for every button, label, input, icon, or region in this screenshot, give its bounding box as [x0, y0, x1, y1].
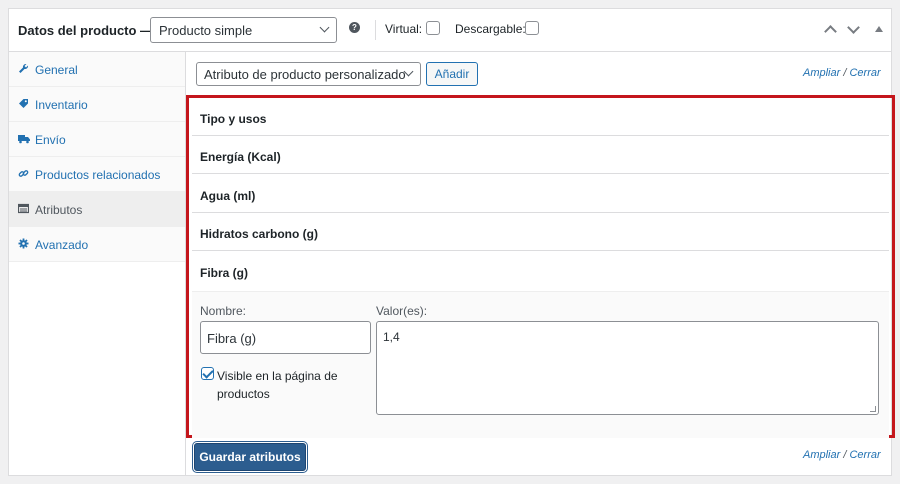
chevron-down-icon	[319, 22, 330, 33]
virtual-label: Virtual:	[385, 22, 423, 36]
product-type-value: Producto simple	[159, 23, 253, 38]
attribute-row-energia[interactable]: Energía (Kcal)	[192, 136, 889, 174]
attribute-row-hidratos[interactable]: Hidratos carbono (g)	[192, 213, 889, 251]
sidebar-item-label: Envío	[35, 133, 66, 147]
wrench-icon	[18, 63, 29, 74]
link-icon	[18, 168, 29, 179]
visible-on-product-label: Visible en la página de productos	[217, 369, 338, 401]
downloadable-label: Descargable:	[455, 22, 526, 36]
panel-title: Datos del producto —	[18, 23, 154, 38]
save-attributes-button[interactable]: Guardar atributos	[194, 443, 306, 471]
divider	[375, 20, 376, 40]
sidebar-item-general[interactable]: General	[9, 52, 185, 87]
expand-link[interactable]: Ampliar	[803, 67, 840, 79]
product-data-tabs: General Inventario Envío Productos relac…	[9, 52, 186, 475]
sidebar-item-inventario[interactable]: Inventario	[9, 87, 185, 122]
attribute-type-select[interactable]: Atributo de producto personalizado	[196, 62, 421, 86]
attribute-values-text: 1,4	[383, 330, 400, 344]
close-link[interactable]: Cerrar	[849, 449, 880, 461]
product-data-panel: Datos del producto — Producto simple ? V…	[8, 8, 895, 476]
link-separator: /	[843, 67, 847, 79]
name-label: Nombre:	[200, 304, 247, 318]
visible-on-product-checkbox[interactable]	[201, 367, 214, 380]
virtual-checkbox[interactable]	[426, 21, 440, 35]
values-label: Valor(es):	[376, 304, 428, 318]
attributes-list: Tipo y usos Energía (Kcal) Agua (ml) Hid…	[186, 95, 895, 438]
attribute-name-input[interactable]: Fibra (g)	[200, 321, 371, 354]
move-down-icon[interactable]	[847, 21, 860, 34]
close-link[interactable]: Cerrar	[849, 67, 880, 79]
sidebar-item-atributos[interactable]: Atributos	[9, 192, 185, 227]
add-attribute-button[interactable]: Añadir	[426, 62, 478, 86]
collapse-panel-icon[interactable]	[875, 26, 883, 32]
sidebar-item-label: Atributos	[35, 203, 83, 217]
attribute-edit-form: Nombre: Fibra (g) Valor(es): 1,4 Visible…	[192, 291, 889, 438]
sidebar-empty-area	[9, 262, 185, 475]
downloadable-checkbox[interactable]	[525, 21, 539, 35]
expand-close-links: Ampliar / Cerrar	[803, 67, 881, 79]
sidebar-item-label: Productos relacionados	[35, 168, 161, 182]
truck-icon	[18, 133, 30, 144]
panel-header: Datos del producto — Producto simple ? V…	[9, 9, 891, 52]
expand-close-links-bottom: Ampliar / Cerrar	[803, 449, 881, 461]
sidebar-item-avanzado[interactable]: Avanzado	[9, 227, 185, 262]
expand-link[interactable]: Ampliar	[803, 449, 840, 461]
gear-icon	[18, 238, 29, 249]
sidebar-item-label: Avanzado	[35, 238, 89, 252]
table-icon	[17, 203, 30, 214]
attribute-row-tipo-y-usos[interactable]: Tipo y usos	[192, 98, 889, 136]
resize-handle-icon[interactable]	[870, 406, 876, 412]
sidebar-item-label: General	[35, 63, 78, 77]
product-type-select[interactable]: Producto simple	[150, 17, 337, 43]
attribute-type-value: Atributo de producto personalizado	[204, 67, 406, 82]
attribute-row-agua[interactable]: Agua (ml)	[192, 175, 889, 213]
sidebar-item-productos-relacionados[interactable]: Productos relacionados	[9, 157, 185, 192]
sidebar-item-label: Inventario	[35, 98, 88, 112]
attribute-values-textarea[interactable]: 1,4	[376, 321, 879, 415]
help-icon[interactable]: ?	[349, 22, 360, 33]
link-separator: /	[843, 449, 847, 461]
attribute-row-fibra[interactable]: Fibra (g)	[192, 252, 889, 290]
tag-icon	[18, 98, 29, 109]
sidebar-item-envio[interactable]: Envío	[9, 122, 185, 157]
move-up-icon[interactable]	[824, 25, 837, 38]
